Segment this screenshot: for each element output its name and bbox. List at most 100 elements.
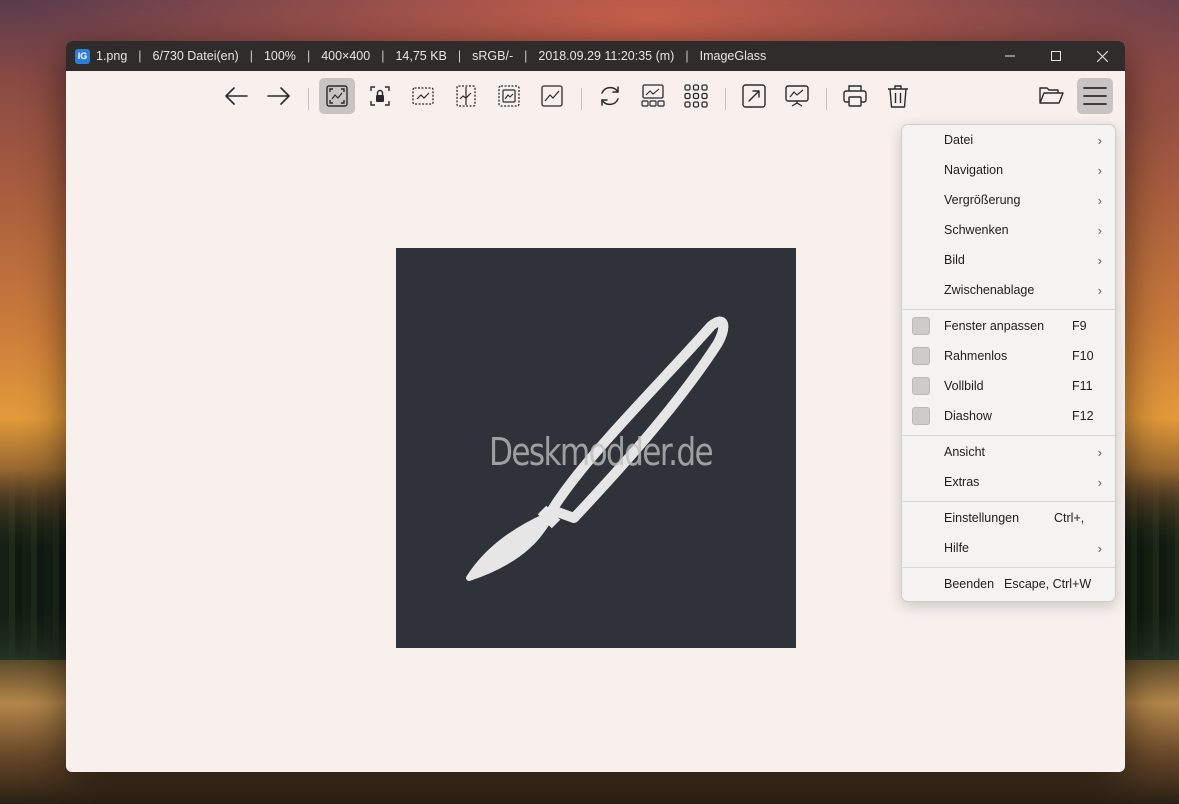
file-name: 1.png — [96, 49, 128, 63]
menu-item-ansicht[interactable]: Ansicht › — [902, 437, 1115, 467]
info-separator: | — [381, 49, 385, 63]
fullscreen-button[interactable] — [736, 78, 772, 114]
scale-to-fit-button[interactable] — [491, 78, 527, 114]
chevron-right-icon: › — [1097, 444, 1102, 460]
scale-to-height-button[interactable] — [448, 78, 484, 114]
menu-item-zwischenablage[interactable]: Zwischenablage › — [902, 275, 1115, 305]
app-icon: IG — [75, 48, 90, 64]
menu-item-fenster-anpassen[interactable]: Fenster anpassen F9 — [902, 311, 1115, 341]
menu-checkbox[interactable] — [912, 407, 930, 425]
chevron-right-icon: › — [1097, 192, 1102, 208]
modified-date: 2018.09.29 11:20:35 (m) — [538, 49, 675, 63]
slideshow-button[interactable] — [779, 78, 815, 114]
menu-item-extras[interactable]: Extras › — [902, 467, 1115, 497]
maximize-button[interactable] — [1033, 41, 1079, 71]
info-separator: | — [685, 49, 689, 63]
scale-to-fill-icon — [541, 85, 563, 107]
menu-item-vergroesserung[interactable]: Vergrößerung › — [902, 185, 1115, 215]
toolbar-separator — [826, 88, 827, 110]
lock-zoom-icon — [370, 86, 390, 106]
menu-item-schwenken[interactable]: Schwenken › — [902, 215, 1115, 245]
menu-item-datei[interactable]: Datei › — [902, 125, 1115, 155]
previous-image-button[interactable] — [218, 78, 254, 114]
menu-item-label: Bild — [944, 253, 965, 267]
menu-item-shortcut: F12 — [1072, 409, 1094, 423]
close-icon — [1096, 50, 1108, 62]
toolbar — [66, 71, 1125, 123]
slideshow-icon — [785, 85, 809, 107]
menu-item-label: Diashow — [944, 409, 992, 423]
app-name: ImageGlass — [699, 49, 767, 63]
auto-zoom-button[interactable] — [319, 78, 355, 114]
main-menu-button[interactable] — [1077, 78, 1113, 114]
maximize-icon — [1051, 51, 1061, 61]
menu-item-vollbild[interactable]: Vollbild F11 — [902, 371, 1115, 401]
file-index: 6/730 Datei(en) — [152, 49, 239, 63]
chevron-right-icon: › — [1097, 222, 1102, 238]
menu-separator — [902, 501, 1115, 502]
menu-item-shortcut: Escape, Ctrl+W — [1004, 577, 1092, 591]
toolbar-separator — [308, 88, 309, 110]
menu-item-label: Extras — [944, 475, 980, 489]
menu-item-einstellungen[interactable]: Einstellungen Ctrl+, — [902, 503, 1115, 533]
info-separator: | — [138, 49, 142, 63]
menu-checkbox[interactable] — [912, 347, 930, 365]
close-button[interactable] — [1079, 41, 1125, 71]
toolbar-separator — [725, 88, 726, 110]
chevron-right-icon: › — [1097, 282, 1102, 298]
image-dimensions: 400×400 — [321, 49, 371, 63]
chevron-right-icon: › — [1097, 540, 1102, 556]
window-controls — [987, 41, 1125, 71]
scale-to-width-button[interactable] — [405, 78, 441, 114]
gallery-icon — [641, 84, 665, 107]
print-icon — [843, 85, 867, 107]
chevron-right-icon: › — [1097, 162, 1102, 178]
menu-checkbox[interactable] — [912, 317, 930, 335]
menu-separator — [902, 435, 1115, 436]
fullscreen-icon — [742, 84, 766, 108]
next-image-button[interactable] — [261, 78, 297, 114]
refresh-button[interactable] — [592, 78, 628, 114]
menu-item-beenden[interactable]: Beenden Escape, Ctrl+W — [902, 569, 1115, 599]
menu-item-rahmenlos[interactable]: Rahmenlos F10 — [902, 341, 1115, 371]
menu-item-label: Hilfe — [944, 541, 970, 555]
title-bar[interactable]: IG 1.png | 6/730 Datei(en) | 100% | 400×… — [66, 41, 1125, 71]
auto-zoom-icon — [326, 85, 348, 107]
menu-item-label: Einstellungen — [944, 511, 1020, 525]
info-separator: | — [306, 49, 311, 63]
scale-to-height-icon — [456, 85, 476, 107]
menu-item-shortcut: F10 — [1072, 349, 1094, 363]
watermark-text: Deskmodder.de — [489, 430, 714, 474]
arrow-right-icon — [267, 87, 290, 105]
displayed-image: Deskmodder.de — [396, 248, 796, 648]
open-folder-button[interactable] — [1033, 78, 1069, 114]
thumbnail-grid-button[interactable] — [678, 78, 714, 114]
menu-item-label: Zwischenablage — [944, 283, 1035, 297]
menu-item-label: Rahmenlos — [944, 349, 1008, 363]
menu-item-navigation[interactable]: Navigation › — [902, 155, 1115, 185]
minimize-button[interactable] — [987, 41, 1033, 71]
gallery-button[interactable] — [635, 78, 671, 114]
scale-to-fill-button[interactable] — [534, 78, 570, 114]
zoom-level: 100% — [263, 49, 296, 63]
menu-separator — [902, 567, 1115, 568]
menu-checkbox[interactable] — [912, 377, 930, 395]
menu-separator — [902, 309, 1115, 310]
delete-button[interactable] — [880, 78, 916, 114]
chevron-right-icon: › — [1097, 252, 1102, 268]
refresh-icon — [601, 86, 619, 106]
lock-zoom-button[interactable] — [362, 78, 398, 114]
menu-item-bild[interactable]: Bild › — [902, 245, 1115, 275]
file-size: 14,75 KB — [395, 49, 447, 63]
menu-item-label: Vollbild — [944, 379, 984, 393]
menu-item-hilfe[interactable]: Hilfe › — [902, 533, 1115, 563]
print-button[interactable] — [837, 78, 873, 114]
color-space: sRGB/- — [472, 49, 514, 63]
menu-item-label: Ansicht — [944, 445, 985, 459]
menu-item-diashow[interactable]: Diashow F12 — [902, 401, 1115, 431]
menu-item-shortcut: Ctrl+, — [1054, 511, 1085, 525]
info-separator: | — [457, 49, 462, 63]
menu-item-label: Datei — [944, 133, 974, 147]
menu-item-label: Fenster anpassen — [944, 319, 1045, 333]
menu-item-label: Beenden — [944, 577, 995, 591]
